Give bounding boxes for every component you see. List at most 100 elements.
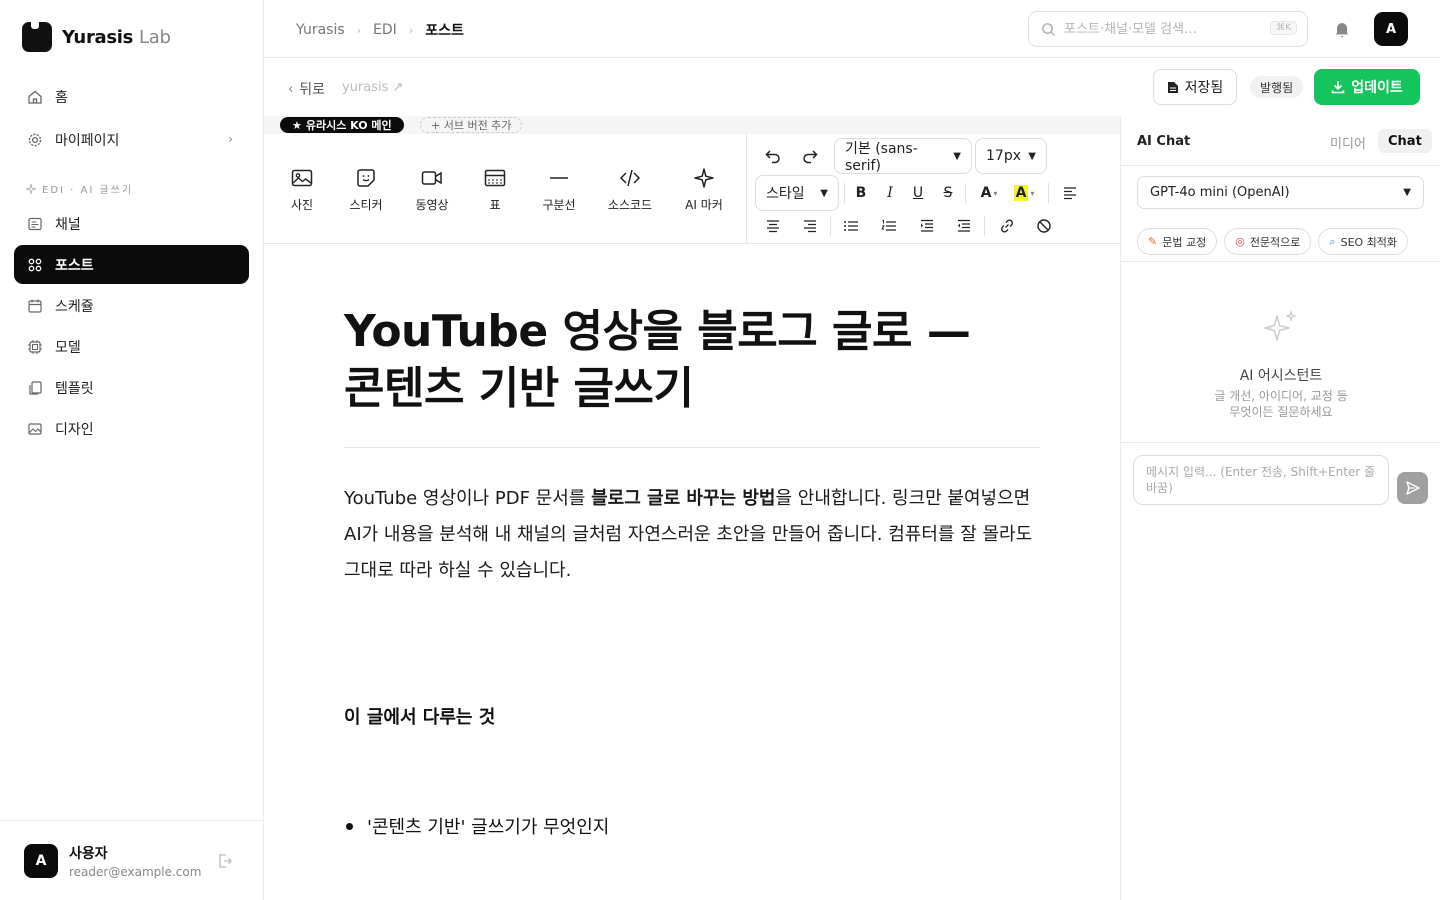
outdent-button[interactable] [950,212,978,240]
back-button[interactable]: ‹ 뒤로 [288,79,325,99]
message-input[interactable]: 메시지 입력... (Enter 전송, Shift+Enter 줄바꿈) [1133,455,1389,505]
grid-icon [28,258,42,271]
quick-action-seo[interactable]: ⌕ SEO 최적화 [1318,228,1409,255]
user-name: 사용자 [69,845,108,862]
highlight-button[interactable]: A ▾ [1006,179,1042,207]
quick-actions: ✎ 문법 교정 ◎ 전문적으로 ⌕ SEO 최적화 [1137,228,1409,255]
breadcrumb-item[interactable]: Yurasis [296,22,345,38]
undo-button[interactable] [759,142,787,170]
logout-icon[interactable] [217,853,233,869]
code-icon [619,169,641,187]
sidebar-item-channel[interactable]: 채널 [14,204,249,243]
bullet-list-button[interactable] [837,212,865,240]
insert-sticker-button[interactable]: 스티커 [336,166,396,213]
sparkle-icon [26,183,36,194]
link-button[interactable] [993,212,1021,240]
model-select[interactable]: GPT-4o mini (OpenAI) ▼ [1137,176,1424,209]
search-input[interactable] [1064,21,1260,37]
video-icon [421,171,442,185]
undo-icon [765,150,780,164]
update-button[interactable]: 업데이트 [1314,69,1420,105]
sidebar-item-label: 템플릿 [55,380,94,397]
home-icon [28,90,42,104]
brand-name: Yurasis [62,26,134,48]
sidebar-item-label: 채널 [55,216,81,233]
image-icon [28,422,42,435]
copy-icon [29,380,42,395]
bell-icon[interactable] [1332,19,1352,39]
document-title[interactable]: YouTube 영상을 블로그 글로 — 콘텐츠 기반 글쓰기 [344,303,1004,417]
align-left-button[interactable] [1056,179,1084,207]
text-color-button[interactable]: A ▾ [971,179,1007,207]
breadcrumb-current: 포스트 [425,23,464,39]
sidebar-item-model[interactable]: 모델 [14,327,249,366]
separator [830,216,831,236]
caret-icon: ▾ [1030,188,1035,198]
divider-icon [550,177,568,179]
title-divider [344,447,1040,448]
version-chip-main[interactable]: ★ 유라시스 KO 메인 [280,117,404,133]
channel-link[interactable]: yurasis ↗ [342,80,403,95]
sidebar-item-schedule[interactable]: 스케쥴 [14,286,249,325]
style-select[interactable]: 스타일 ▼ [755,175,839,211]
gear-icon [28,133,42,146]
version-tabs: ★ 유라시스 KO 메인 + 서브 버전 추가 [264,116,1120,134]
add-subversion-button[interactable]: + 서브 버전 추가 [420,117,523,133]
sidebar-item-design[interactable]: 디자인 [14,409,249,448]
insert-table-button[interactable]: 표 [465,166,525,213]
underline-button[interactable]: U [904,179,932,207]
align-right-icon [804,220,816,233]
bold-button[interactable]: B [847,179,875,207]
insert-video-button[interactable]: 동영상 [402,166,462,213]
chevron-right-icon: › [356,23,362,37]
align-center-button[interactable] [759,212,787,240]
tab-media[interactable]: 미디어 [1330,133,1366,152]
redo-icon [803,150,818,164]
italic-button[interactable]: I [876,179,904,207]
avatar[interactable]: A [1374,12,1408,46]
saved-button[interactable]: 저장됨 [1153,69,1237,105]
indent-button[interactable] [913,212,941,240]
document-paragraph[interactable]: YouTube 영상이나 PDF 문서를 블로그 글로 바꾸는 방법을 안내합니… [344,481,1044,589]
send-button[interactable] [1397,472,1428,504]
editor-canvas[interactable]: YouTube 영상을 블로그 글로 — 콘텐츠 기반 글쓰기 YouTube … [264,245,1120,900]
strikethrough-button[interactable]: S [934,179,962,207]
document-heading[interactable]: 이 글에서 다루는 것 [344,703,495,729]
avatar: A [24,843,58,878]
redo-button[interactable] [796,142,824,170]
tab-chat[interactable]: Chat [1378,129,1432,153]
search-box[interactable]: ⌘K [1028,11,1308,47]
insert-divider-button[interactable]: 구분선 [529,166,589,213]
assistant-subtitle: 글 개선, 아이디어, 교정 등 무엇이든 질문하세요 [1214,389,1348,419]
sidebar-item-post[interactable]: 포스트 [14,245,249,284]
chevron-left-icon: ‹ [288,81,294,97]
calendar-icon [28,299,42,313]
numbered-list-button[interactable] [875,212,903,240]
align-right-button[interactable] [796,212,824,240]
brand-logo[interactable]: Yurasis Lab [22,19,171,52]
breadcrumb-item[interactable]: EDI [373,22,397,38]
editor-toolbar: 사진 스티커 동영상 표 구분선 소스코드 AI 마커 기본 (sans-ser… [264,134,1120,244]
clear-format-button[interactable] [1030,212,1058,240]
sidebar-item-mypage[interactable]: 마이페이지 › [14,120,249,159]
caret-icon: ▾ [993,188,998,198]
sidebar-item-label: 포스트 [55,257,94,274]
font-family-select[interactable]: 기본 (sans-serif) ▼ [834,138,972,174]
insert-code-button[interactable]: 소스코드 [600,166,660,213]
insert-ai-marker-button[interactable]: AI 마커 [674,166,734,213]
list-item[interactable]: '콘텐츠 기반' 글쓰기가 무엇인지 [344,813,609,839]
sparkles-icon [1264,310,1297,341]
toolbar-divider [746,134,747,244]
font-size-select[interactable]: 17px ▼ [975,138,1047,174]
insert-photo-button[interactable]: 사진 [272,166,332,213]
user-profile[interactable]: A 사용자 reader@example.com [0,820,263,900]
sidebar-item-home[interactable]: 홈 [14,77,249,116]
outdent-icon [958,219,970,232]
quick-action-professional[interactable]: ◎ 전문적으로 [1224,228,1312,255]
quick-action-grammar[interactable]: ✎ 문법 교정 [1137,228,1218,255]
sidebar-item-template[interactable]: 템플릿 [14,368,249,407]
star-icon: ★ [292,118,302,132]
panel-header: AI Chat 미디어 Chat [1121,116,1440,166]
chevron-right-icon: › [408,23,414,37]
target-icon: ◎ [1235,235,1245,248]
